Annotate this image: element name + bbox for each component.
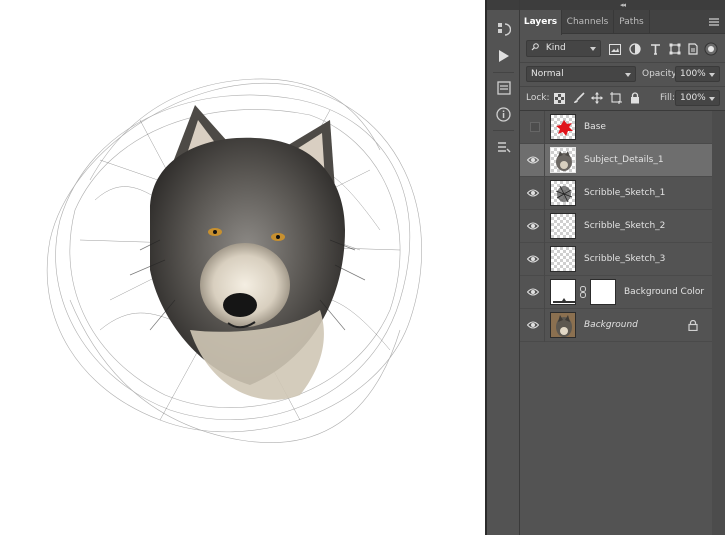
tab-channels[interactable]: Channels (562, 10, 614, 34)
strip-collapse-bar[interactable] (487, 0, 519, 10)
lock-image-pixels-icon[interactable] (572, 91, 586, 105)
layer-comps-icon[interactable] (492, 137, 515, 157)
blend-mode-value: Normal (531, 69, 564, 79)
wolf-photo-thumb-icon (551, 313, 575, 337)
prevent-auto-nesting-icon[interactable] (609, 91, 623, 105)
visibility-separator (544, 177, 545, 210)
layer-row-background[interactable]: Background (520, 309, 712, 342)
chevron-down-icon (709, 73, 715, 77)
eye-icon[interactable] (526, 154, 540, 166)
layer-thumbnail (550, 180, 576, 206)
filter-kind-select[interactable]: Kind (526, 40, 601, 57)
type-filter-icon[interactable] (648, 42, 662, 56)
visibility-separator (544, 276, 545, 309)
blend-mode-select[interactable]: Normal (526, 66, 636, 82)
chevron-down-icon (625, 73, 631, 77)
opacity-field[interactable]: 100% (675, 66, 720, 82)
eye-icon[interactable] (526, 253, 540, 265)
fill-value: 100% (680, 93, 706, 103)
layer-row-subject-details-1[interactable]: Subject_Details_1 (520, 144, 712, 177)
lock-position-icon[interactable] (590, 91, 604, 105)
layer-name[interactable]: Scribble_Sketch_3 (584, 254, 665, 264)
layer-thumbnail (550, 312, 576, 338)
chevron-down-icon (590, 47, 596, 51)
layer-thumbnail (550, 213, 576, 239)
eye-icon[interactable] (526, 319, 540, 331)
visibility-separator (544, 309, 545, 342)
panel-collapse-bar[interactable]: ◂◂ (520, 0, 725, 10)
visibility-separator (544, 111, 545, 144)
properties-icon[interactable] (492, 78, 515, 98)
wolf-sketch-thumb-icon (556, 151, 572, 171)
lock-label: Lock: (526, 93, 550, 103)
layer-row-base[interactable]: Base (520, 111, 712, 144)
layer-name[interactable]: Base (584, 122, 606, 132)
layer-name[interactable]: Subject_Details_1 (584, 155, 664, 165)
panel-tabs: Layers Channels Paths (520, 10, 725, 35)
filter-toggle-switch[interactable] (703, 41, 719, 57)
visibility-separator (544, 243, 545, 276)
layers-panel: ◂◂ Layers Channels Paths Kind Normal Opa… (520, 0, 725, 535)
visibility-separator (544, 210, 545, 243)
pixel-filter-icon[interactable] (608, 42, 622, 56)
opacity-label: Opacity: (642, 69, 679, 79)
lock-icon (688, 319, 698, 332)
layer-name[interactable]: Background Color (624, 287, 704, 297)
slider-icon (553, 298, 575, 303)
search-icon (531, 43, 539, 51)
layer-mask-thumbnail[interactable] (590, 279, 616, 305)
play-action-icon[interactable] (492, 46, 515, 66)
layer-list-scrollbar[interactable] (712, 111, 725, 535)
eye-icon[interactable] (526, 286, 540, 298)
tab-paths[interactable]: Paths (614, 10, 650, 34)
blend-row: Normal Opacity: 100% (520, 62, 725, 84)
lock-transparent-pixels-icon[interactable] (552, 91, 566, 105)
visibility-toggle-off[interactable] (530, 122, 540, 132)
opacity-value: 100% (680, 69, 706, 79)
fill-layer-thumbnail[interactable] (550, 279, 576, 305)
lock-row: Lock: Fill: 100% (520, 86, 725, 108)
layer-row-scribble-sketch-2[interactable]: Scribble_Sketch_2 (520, 210, 712, 243)
layer-name[interactable]: Background (584, 320, 638, 330)
filter-row: Kind (520, 38, 725, 60)
eye-icon[interactable] (526, 187, 540, 199)
fill-field[interactable]: 100% (675, 90, 720, 106)
layer-name[interactable]: Scribble_Sketch_1 (584, 188, 665, 198)
layer-list: Base Subject_Details_1 Scribble_Sketch_1 (520, 110, 725, 535)
wolf-sketch-artwork (46, 78, 422, 443)
layer-row-scribble-sketch-3[interactable]: Scribble_Sketch_3 (520, 243, 712, 276)
strip-separator (493, 72, 514, 73)
layer-row-background-color[interactable]: Background Color (520, 276, 712, 309)
smart-object-filter-icon[interactable] (686, 42, 700, 56)
scribble-thumb-icon (555, 185, 573, 203)
panel-menu-icon[interactable] (709, 17, 719, 27)
chevron-down-icon (709, 97, 715, 101)
chain-link-icon[interactable] (579, 286, 587, 298)
shape-filter-icon[interactable] (668, 42, 682, 56)
fill-label: Fill: (660, 93, 676, 103)
panel-tool-strip (487, 0, 520, 535)
document-canvas[interactable] (0, 0, 485, 535)
layer-thumbnail (550, 114, 576, 140)
tab-layers[interactable]: Layers (520, 10, 562, 35)
layer-name[interactable]: Scribble_Sketch_2 (584, 221, 665, 231)
lock-all-icon[interactable] (628, 91, 642, 105)
info-icon[interactable] (492, 104, 515, 124)
filter-kind-label: Kind (545, 43, 566, 53)
layer-thumbnail (550, 147, 576, 173)
visibility-separator (544, 144, 545, 177)
layer-thumbnail (550, 246, 576, 272)
red-splat-icon (556, 120, 573, 136)
layer-row-scribble-sketch-1[interactable]: Scribble_Sketch_1 (520, 177, 712, 210)
strip-separator (493, 130, 514, 131)
history-icon[interactable] (492, 20, 515, 40)
eye-icon[interactable] (526, 220, 540, 232)
adjustment-filter-icon[interactable] (628, 42, 642, 56)
